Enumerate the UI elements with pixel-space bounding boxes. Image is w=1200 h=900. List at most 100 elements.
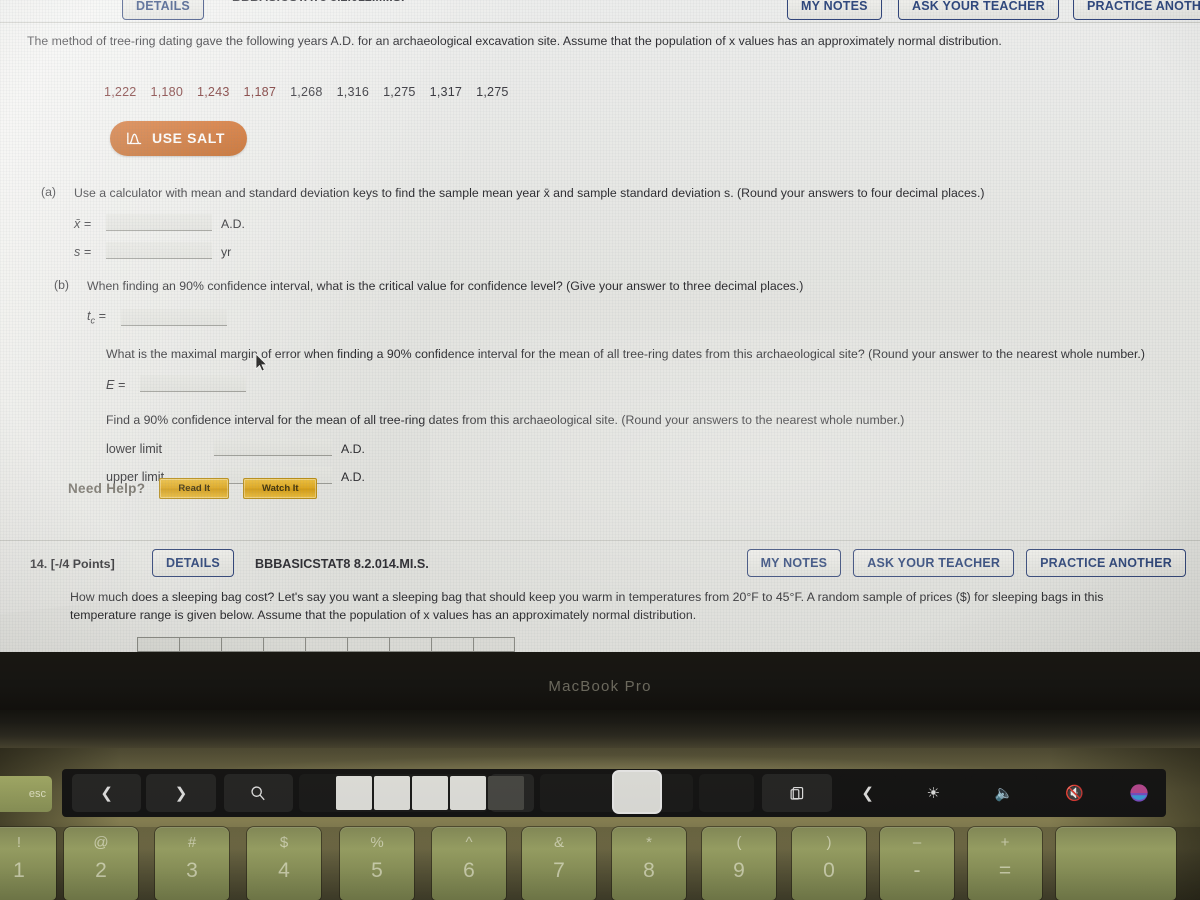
ask-your-teacher-button-top[interactable]: ASK YOUR TEACHER	[898, 0, 1059, 20]
search-icon[interactable]	[223, 774, 294, 812]
ask-your-teacher-button-14[interactable]: ASK YOUR TEACHER	[853, 549, 1015, 577]
margin-of-error-input[interactable]	[140, 374, 246, 392]
page-thumbnail-2[interactable]	[698, 774, 755, 812]
touchbar-tab-thumbnails[interactable]	[336, 775, 526, 811]
question-14-number: 14.	[30, 557, 48, 571]
watch-it-button[interactable]: Watch It	[243, 478, 318, 499]
lower-limit-row: lower limit A.D.	[106, 439, 1192, 457]
part-b-text: When finding an 90% confidence interval,…	[87, 279, 804, 293]
mean-input[interactable]	[106, 213, 212, 231]
question-14-code: BBBASICSTAT8 8.2.014.MI.S.	[255, 557, 429, 571]
esc-key[interactable]: esc	[0, 776, 52, 812]
lower-limit-label: lower limit	[106, 442, 162, 457]
stdev-input[interactable]	[106, 241, 212, 259]
address-thumbnails[interactable]	[540, 774, 623, 812]
stdev-field-label: s =	[74, 244, 92, 259]
upper-limit-unit: A.D.	[341, 470, 365, 485]
siri-icon[interactable]	[1112, 774, 1166, 812]
question-14-text: How much does a sleeping bag cost? Let's…	[70, 590, 1104, 622]
macbook-pro-label: MacBook Pro	[548, 678, 652, 695]
table-cell	[347, 637, 389, 652]
key-4[interactable]: $4	[247, 827, 321, 900]
part-a-label: (a)	[41, 185, 57, 199]
data-value: 1,316	[336, 85, 370, 99]
critical-value-row: tc =	[87, 308, 1192, 326]
tc-label: tc =	[87, 309, 106, 326]
key-6[interactable]: ^ 6	[432, 827, 506, 900]
table-cell	[389, 637, 431, 652]
key-7[interactable]: & 7	[522, 827, 596, 900]
question-14-points: [-/4 Points]	[50, 557, 115, 571]
e-label: E =	[106, 377, 126, 392]
question-13-data-values: 1,222 1,180 1,243 1,187 1,268 1,316 1,275 1,317…	[104, 85, 523, 99]
key-9[interactable]: (9	[702, 827, 776, 900]
key-2[interactable]: @2	[64, 827, 138, 900]
mean-unit: A.D.	[221, 216, 245, 231]
tab-thumbnail[interactable]	[450, 776, 486, 810]
data-value: 1,317	[429, 85, 463, 99]
key-minus[interactable]: – -	[880, 827, 954, 900]
data-value: 1,180	[150, 85, 184, 99]
read-it-button[interactable]: Read It	[159, 478, 230, 499]
mean-field-label: x̄ =	[74, 216, 92, 231]
mute-icon[interactable]: 🔇	[1041, 774, 1108, 812]
tab-thumbnail[interactable]	[336, 776, 372, 810]
number-key-row: ! 1 @2 #3 $4 % 5 ^ 6 & 7 * 8 (9 ) 0 – - + =	[0, 827, 1200, 900]
table-cell	[473, 637, 515, 652]
brightness-icon[interactable]: ☀	[900, 774, 967, 812]
question-14-header: 14. [-/4 Points] DETAILS BBBASICSTAT8 8.…	[0, 541, 1200, 589]
key-5[interactable]: % 5	[340, 827, 414, 900]
active-tab-thumbnail[interactable]	[612, 770, 662, 814]
margin-of-error-row: E =	[106, 374, 1192, 392]
collapse-chevron-icon[interactable]: ❮	[839, 774, 896, 812]
key-8[interactable]: * 8	[612, 827, 686, 900]
data-value: 1,268	[290, 85, 323, 99]
previous-question-header: DETAILS BBBASICSTAT8 8.2.012.MI.S. MY NO…	[0, 0, 1200, 22]
table-cell	[137, 637, 179, 652]
laptop-hinge	[0, 710, 1200, 752]
critical-value-input[interactable]	[121, 308, 227, 326]
data-value: 1,275	[476, 85, 509, 99]
question-14-body: 14. [-/4 Points] DETAILS BBBASICSTAT8 8.…	[0, 540, 1200, 652]
data-value: 1,243	[197, 85, 230, 99]
data-value: 1,222	[104, 85, 137, 99]
lower-limit-unit: A.D.	[341, 442, 365, 457]
margin-of-error-text: What is the maximal margin of error when…	[106, 346, 1145, 361]
table-cell	[305, 637, 347, 652]
data-value: 1,275	[383, 85, 416, 99]
lower-limit-input[interactable]	[214, 439, 332, 457]
practice-another-button-14[interactable]: PRACTICE ANOTHER	[1026, 549, 1186, 577]
tab-thumbnail[interactable]	[412, 776, 448, 810]
salt-distribution-icon	[126, 131, 143, 146]
back-chevron-icon[interactable]: ❮	[72, 774, 142, 812]
mouse-cursor	[255, 353, 268, 372]
table-cell	[179, 637, 221, 652]
tab-thumbnail[interactable]	[488, 776, 524, 810]
laptop-screen: DETAILS BBBASICSTAT8 8.2.012.MI.S. MY NO…	[0, 0, 1200, 652]
tab-thumbnail[interactable]	[374, 776, 410, 810]
my-notes-button-14[interactable]: MY NOTES	[746, 549, 842, 577]
practice-another-button-top[interactable]: PRACTICE ANOTHER	[1073, 0, 1200, 20]
my-notes-button-top[interactable]: MY NOTES	[787, 0, 882, 20]
volume-up-icon[interactable]: 🔈	[971, 774, 1037, 812]
question-code-top: BBBASICSTAT8 8.2.012.MI.S.	[232, 0, 405, 4]
question-13-prompt: The method of tree-ring dating gave the …	[27, 34, 1002, 48]
key-3[interactable]: #3	[155, 827, 229, 900]
forward-chevron-icon[interactable]: ❯	[146, 774, 216, 812]
need-help-section: Need Help? Read It Watch It	[68, 478, 318, 499]
key-0[interactable]: ) 0	[792, 827, 866, 900]
mean-answer-row: x̄ = A.D.	[74, 213, 1179, 231]
key-delete[interactable]	[1056, 827, 1176, 900]
confidence-interval-text: Find a 90% confidence interval for the m…	[106, 412, 905, 427]
use-salt-button[interactable]: USE SALT	[110, 121, 247, 156]
key-1[interactable]: ! 1	[0, 827, 56, 900]
table-cell	[263, 637, 305, 652]
question-14-actions: MY NOTES ASK YOUR TEACHER PRACTICE ANOTH…	[746, 549, 1186, 577]
table-cell	[221, 637, 263, 652]
details-button-top[interactable]: DETAILS	[122, 0, 204, 20]
details-button-14[interactable]: DETAILS	[152, 549, 234, 577]
key-equals[interactable]: + =	[968, 827, 1042, 900]
new-tab-icon[interactable]	[762, 774, 832, 812]
need-help-label: Need Help?	[68, 481, 146, 496]
stdev-answer-row: s = yr	[74, 241, 1179, 259]
